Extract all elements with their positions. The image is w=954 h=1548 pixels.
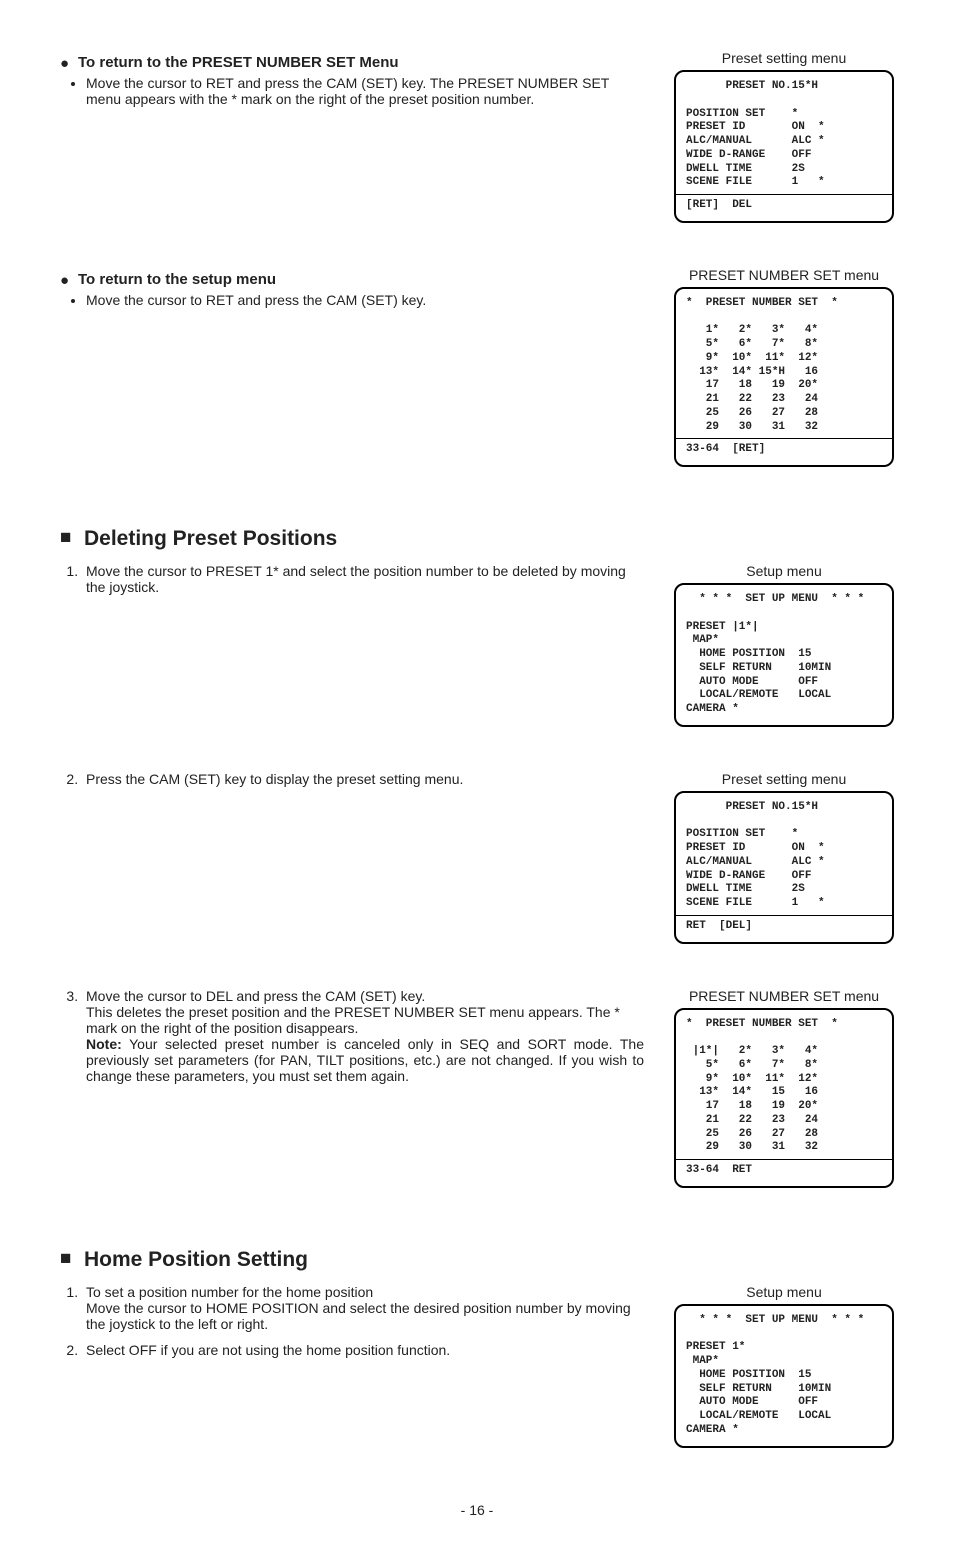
caption-number-set-1: PRESET NUMBER SET menu xyxy=(674,267,894,283)
heading-return-preset: To return to the PRESET NUMBER SET Menu xyxy=(60,54,644,71)
home-step-1: To set a position number for the home po… xyxy=(82,1284,644,1332)
home-step-1a: To set a position number for the home po… xyxy=(86,1284,373,1300)
note-label: Note: xyxy=(86,1036,122,1052)
panel-setup-2: * * * SET UP MENU * * * PRESET 1* MAP* H… xyxy=(674,1304,894,1448)
deleting-step-3b: This deletes the preset position and the… xyxy=(86,1004,620,1036)
page-number: - 16 - xyxy=(60,1502,894,1518)
text-return-preset: Move the cursor to RET and press the CAM… xyxy=(86,75,644,107)
panel-preset-setting-2: PRESET NO.15*H POSITION SET * PRESET ID … xyxy=(674,791,894,944)
home-step-1b: Move the cursor to HOME POSITION and sel… xyxy=(86,1300,631,1332)
deleting-step-3: Move the cursor to DEL and press the CAM… xyxy=(82,988,644,1084)
panel-number-set-1: * PRESET NUMBER SET * 1* 2* 3* 4* 5* 6* … xyxy=(674,287,894,467)
deleting-step-1: Move the cursor to PRESET 1* and select … xyxy=(82,563,644,595)
caption-preset-setting-1: Preset setting menu xyxy=(674,50,894,66)
caption-preset-setting-2: Preset setting menu xyxy=(674,771,894,787)
caption-setup-2: Setup menu xyxy=(674,1284,894,1300)
deleting-step-3a: Move the cursor to DEL and press the CAM… xyxy=(86,988,425,1004)
deleting-step-2: Press the CAM (SET) key to display the p… xyxy=(82,771,644,787)
caption-setup-1: Setup menu xyxy=(674,563,894,579)
panel-number-set-2: * PRESET NUMBER SET * |1*| 2* 3* 4* 5* 6… xyxy=(674,1008,894,1188)
panel-setup-1: * * * SET UP MENU * * * PRESET |1*| MAP*… xyxy=(674,583,894,727)
text-return-setup: Move the cursor to RET and press the CAM… xyxy=(86,292,644,308)
heading-return-setup: To return to the setup menu xyxy=(60,271,644,288)
home-step-2: Select OFF if you are not using the home… xyxy=(82,1342,644,1358)
panel-preset-setting-1: PRESET NO.15*H POSITION SET * PRESET ID … xyxy=(674,70,894,223)
heading-deleting: Deleting Preset Positions xyxy=(60,527,894,551)
heading-home: Home Position Setting xyxy=(60,1248,894,1272)
note-text: Your selected preset number is canceled … xyxy=(86,1036,644,1084)
caption-number-set-2: PRESET NUMBER SET menu xyxy=(674,988,894,1004)
